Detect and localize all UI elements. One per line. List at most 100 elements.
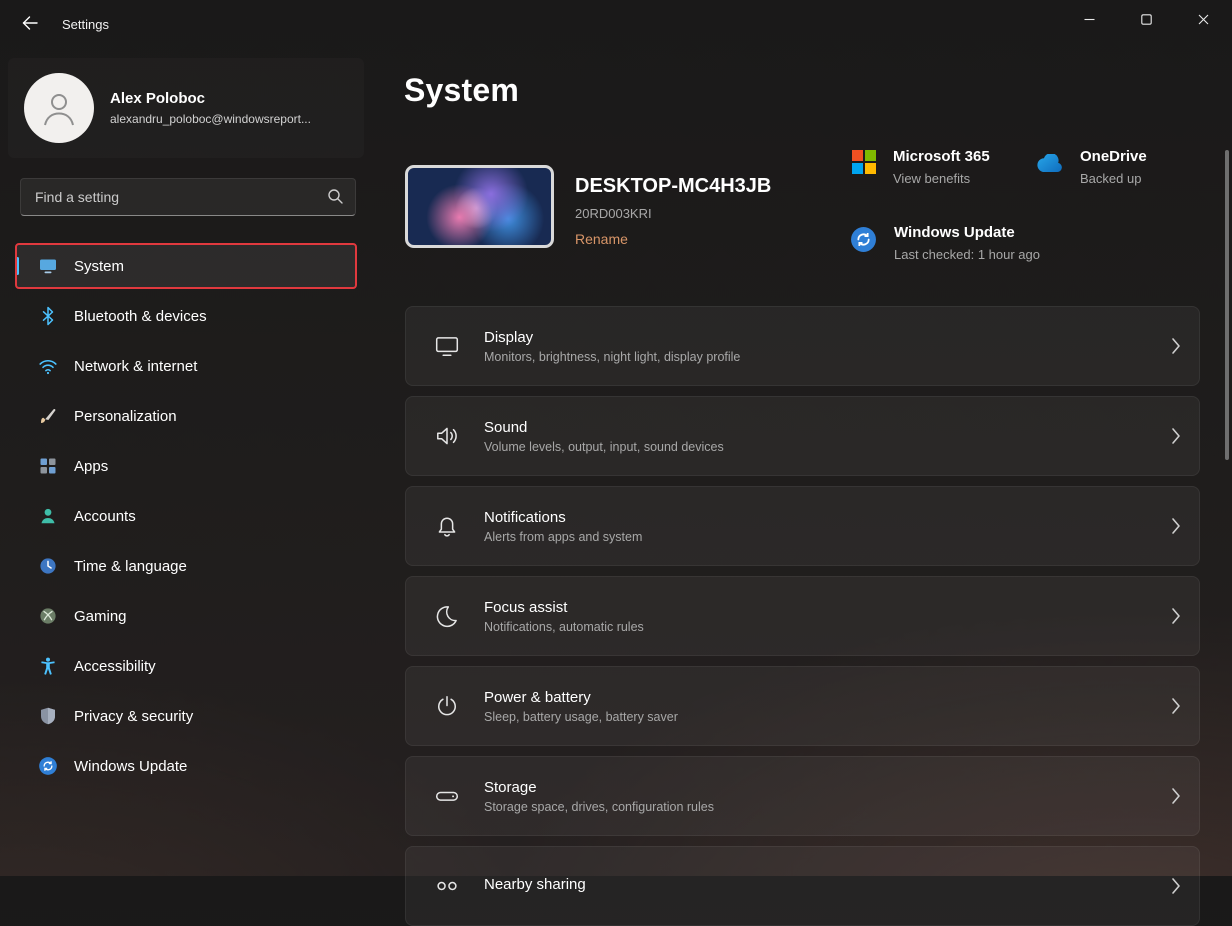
rename-link[interactable]: Rename (575, 231, 628, 247)
status-subtitle: Backed up (1080, 171, 1147, 186)
card-title: Nearby sharing (484, 876, 1171, 893)
maximize-icon (1141, 13, 1152, 28)
sidebar-item-windows-update[interactable]: Windows Update (16, 744, 356, 788)
sound-icon (434, 423, 460, 449)
sidebar-item-label: Personalization (74, 408, 177, 425)
sidebar-item-label: Accessibility (74, 658, 156, 675)
bluetooth-icon (38, 306, 58, 326)
sidebar-item-network-internet[interactable]: Network & internet (16, 344, 356, 388)
settings-card-focus-assist[interactable]: Focus assist Notifications, automatic ru… (405, 576, 1200, 656)
settings-card-nearby-sharing[interactable]: Nearby sharing (405, 846, 1200, 926)
sidebar: Alex Poloboc alexandru_poloboc@windowsre… (0, 48, 372, 876)
status-windows-update[interactable]: Windows Update Last checked: 1 hour ago (850, 224, 1040, 262)
storage-icon (434, 783, 460, 809)
maximize-button[interactable] (1118, 0, 1175, 40)
sidebar-item-system[interactable]: System (16, 244, 356, 288)
sidebar-item-label: System (74, 258, 124, 275)
chevron-right-icon (1171, 337, 1181, 355)
windows-update-icon (850, 226, 877, 262)
card-subtitle: Sleep, battery usage, battery saver (484, 710, 1171, 724)
card-subtitle: Monitors, brightness, night light, displ… (484, 350, 1171, 364)
device-name: DESKTOP-MC4H3JB (575, 175, 771, 198)
page-title: System (404, 72, 519, 109)
status-subtitle[interactable]: View benefits (893, 171, 990, 186)
microsoft-365-icon (852, 150, 876, 174)
back-button[interactable] (12, 7, 48, 41)
status-title: OneDrive (1080, 148, 1147, 165)
apps-icon (38, 456, 58, 476)
windows-update-icon (38, 756, 58, 776)
window-title: Settings (62, 17, 109, 32)
settings-card-storage[interactable]: Storage Storage space, drives, configura… (405, 756, 1200, 836)
chevron-right-icon (1171, 877, 1181, 895)
window-titlebar: Settings (0, 0, 1232, 48)
settings-card-power-battery[interactable]: Power & battery Sleep, battery usage, ba… (405, 666, 1200, 746)
minimize-button[interactable] (1061, 0, 1118, 40)
power-battery-icon (434, 693, 460, 719)
accent-pill (16, 257, 19, 275)
sidebar-item-label: Gaming (74, 608, 127, 625)
search-icon (326, 187, 344, 210)
sidebar-item-bluetooth-devices[interactable]: Bluetooth & devices (16, 294, 356, 338)
card-subtitle: Storage space, drives, configuration rul… (484, 800, 1171, 814)
nearby-sharing-icon (434, 873, 460, 899)
accounts-icon (38, 506, 58, 526)
scrollbar[interactable] (1225, 150, 1229, 460)
sidebar-item-gaming[interactable]: Gaming (16, 594, 356, 638)
card-title: Focus assist (484, 599, 1171, 616)
chevron-right-icon (1171, 517, 1181, 535)
card-title: Display (484, 329, 1171, 346)
status-title: Microsoft 365 (893, 148, 990, 165)
profile-email: alexandru_poloboc@windowsreport... (110, 112, 311, 126)
notifications-icon (434, 513, 460, 539)
sidebar-item-label: Accounts (74, 508, 136, 525)
sidebar-item-label: Time & language (74, 558, 187, 575)
settings-card-sound[interactable]: Sound Volume levels, output, input, soun… (405, 396, 1200, 476)
status-microsoft-365[interactable]: Microsoft 365 View benefits (852, 148, 990, 186)
system-icon (38, 256, 58, 276)
window-controls (1061, 0, 1232, 40)
card-title: Power & battery (484, 689, 1171, 706)
personalization-icon (38, 406, 58, 426)
sidebar-item-label: Bluetooth & devices (74, 308, 207, 325)
settings-card-display[interactable]: Display Monitors, brightness, night ligh… (405, 306, 1200, 386)
status-subtitle: Last checked: 1 hour ago (894, 247, 1040, 262)
card-title: Notifications (484, 509, 1171, 526)
search-input[interactable] (20, 178, 356, 216)
device-model: 20RD003KRI (575, 206, 652, 221)
gaming-icon (38, 606, 58, 626)
card-subtitle: Alerts from apps and system (484, 530, 1171, 544)
card-title: Sound (484, 419, 1171, 436)
sidebar-item-label: Network & internet (74, 358, 197, 375)
sidebar-item-privacy-security[interactable]: Privacy & security (16, 694, 356, 738)
display-icon (434, 333, 460, 359)
back-arrow-icon (22, 16, 38, 33)
card-subtitle: Notifications, automatic rules (484, 620, 1171, 634)
chevron-right-icon (1171, 607, 1181, 625)
chevron-right-icon (1171, 427, 1181, 445)
sidebar-item-label: Privacy & security (74, 708, 193, 725)
search-box (20, 178, 356, 216)
time-language-icon (38, 556, 58, 576)
settings-card-notifications[interactable]: Notifications Alerts from apps and syste… (405, 486, 1200, 566)
sidebar-item-accounts[interactable]: Accounts (16, 494, 356, 538)
sidebar-item-time-language[interactable]: Time & language (16, 544, 356, 588)
focus-assist-icon (434, 603, 460, 629)
chevron-right-icon (1171, 697, 1181, 715)
sidebar-nav: System Bluetooth & devices Network & int… (0, 244, 372, 788)
onedrive-icon (1033, 154, 1063, 186)
sidebar-item-personalization[interactable]: Personalization (16, 394, 356, 438)
avatar (24, 73, 94, 143)
chevron-right-icon (1171, 787, 1181, 805)
profile-name: Alex Poloboc (110, 90, 311, 107)
annotation-highlight-box (15, 243, 357, 289)
sidebar-item-accessibility[interactable]: Accessibility (16, 644, 356, 688)
sidebar-item-apps[interactable]: Apps (16, 444, 356, 488)
status-onedrive[interactable]: OneDrive Backed up (1033, 148, 1147, 186)
close-button[interactable] (1175, 0, 1232, 40)
profile-card[interactable]: Alex Poloboc alexandru_poloboc@windowsre… (8, 58, 364, 158)
sidebar-item-label: Apps (74, 458, 108, 475)
accessibility-icon (38, 656, 58, 676)
device-thumbnail (405, 165, 554, 248)
privacy-security-icon (38, 706, 58, 726)
